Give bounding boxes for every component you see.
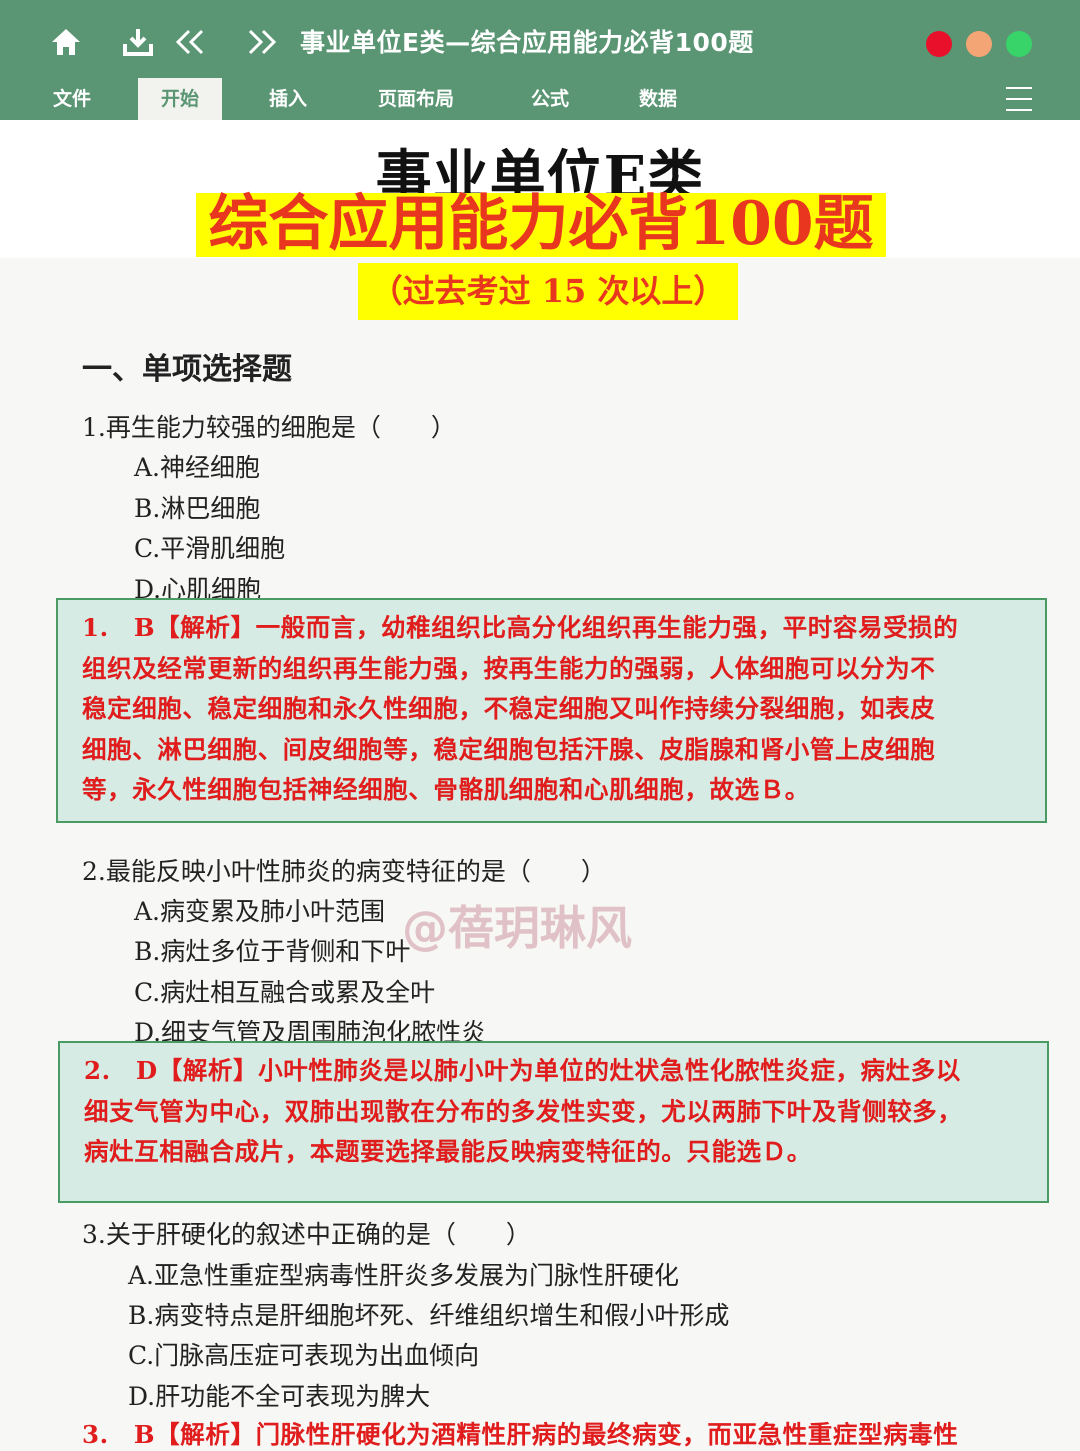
question-stem: 1.再生能力较强的细胞是（ ） — [82, 413, 456, 442]
maximize-dot[interactable] — [1006, 31, 1032, 57]
close-dot[interactable] — [926, 31, 952, 57]
answer-box: 1. B【解析】一般而言，幼稚组织比高分化组织再生能力强，平时容易受损的 组织及… — [56, 598, 1047, 823]
answer-line: 细胞、淋巴细胞、间皮细胞等，稳定细胞包括汗腺、皮脂腺和肾小管上皮细胞 — [82, 734, 936, 764]
hamburger-menu-icon[interactable] — [1006, 87, 1032, 111]
tab-formula[interactable]: 公式 — [508, 78, 592, 120]
tab-page-layout[interactable]: 页面布局 — [360, 78, 472, 120]
tab-data[interactable]: 数据 — [616, 78, 700, 120]
question-option: B.病变特点是肝细胞坏死、纤维组织增生和假小叶形成 — [128, 1301, 730, 1330]
answer-line: 病灶互相融合成片，本题要选择最能反映病变特征的。只能选Ｄ。 — [84, 1137, 812, 1166]
answer-line: 组织及经常更新的组织再生能力强，按再生能力的强弱，人体细胞可以分为不 — [82, 653, 936, 683]
answer-line: 2. D【解析】小叶性肺炎是以肺小叶为单位的灶状急性化脓性炎症，病灶多以 — [84, 1056, 961, 1085]
tab-home[interactable]: 开始 — [138, 78, 222, 120]
question-option: A.神经细胞 — [134, 453, 261, 482]
answer-line: 等，永久性细胞包括神经细胞、骨骼肌细胞和心肌细胞，故选Ｂ。 — [82, 775, 810, 804]
answer-line: 3. B【解析】门脉性肝硬化为酒精性肝病的最终病变，而亚急性重症型病毒性 — [82, 1420, 959, 1449]
question-option: B.病灶多位于背侧和下叶 — [134, 937, 411, 966]
download-icon[interactable] — [118, 22, 158, 62]
section-heading: 一、单项选择题 — [82, 352, 292, 387]
answer-line: 稳定细胞、稳定细胞和永久性细胞，不稳定细胞又叫作持续分裂细胞，如表皮 — [82, 694, 936, 723]
question-option: C.平滑肌细胞 — [134, 534, 286, 563]
question-option: C.病灶相互融合或累及全叶 — [134, 978, 436, 1007]
question-option: A.病变累及肺小叶范围 — [134, 897, 386, 926]
tab-insert[interactable]: 插入 — [246, 78, 330, 120]
question-option: A.亚急性重症型病毒性肝炎多发展为门脉性肝硬化 — [128, 1261, 680, 1290]
answer-line: 细支气管为中心，双肺出现散在分布的多发性实变，尤以两肺下叶及背侧较多， — [84, 1096, 963, 1126]
next-icon[interactable] — [242, 22, 282, 62]
question-option: D.肝功能不全可表现为脾大 — [128, 1382, 431, 1411]
answer-box: 2. D【解析】小叶性肺炎是以肺小叶为单位的灶状急性化脓性炎症，病灶多以 细支气… — [58, 1041, 1049, 1203]
question-option: C.门脉高压症可表现为出血倾向 — [128, 1341, 480, 1370]
tab-file[interactable]: 文件 — [30, 78, 114, 120]
watermark: @蓓玥琳风 — [402, 901, 632, 955]
window-title: 事业单位E类—综合应用能力必背100题 — [300, 28, 754, 57]
prev-icon[interactable] — [170, 22, 210, 62]
home-icon[interactable] — [46, 22, 86, 62]
question-stem: 3.关于肝硬化的叙述中正确的是（ ） — [82, 1220, 531, 1249]
answer-text: 2. D【解析】小叶性肺炎是以肺小叶为单位的灶状急性化脓性炎症，病灶多以 细支气… — [84, 1051, 1021, 1173]
answer-line: 1. B【解析】一般而言，幼稚组织比高分化组织再生能力强，平时容易受损的 — [82, 613, 959, 642]
minimize-dot[interactable] — [966, 31, 992, 57]
question-option: B.淋巴细胞 — [134, 494, 261, 523]
answer-text: 1. B【解析】一般而言，幼稚组织比高分化组织再生能力强，平时容易受损的 组织及… — [82, 608, 1019, 811]
question-stem: 2.最能反映小叶性肺炎的病变特征的是（ ） — [82, 857, 606, 886]
document-note: （过去考过 15 次以上） — [370, 272, 726, 310]
document-subtitle: 综合应用能力必背100题 — [208, 189, 874, 259]
